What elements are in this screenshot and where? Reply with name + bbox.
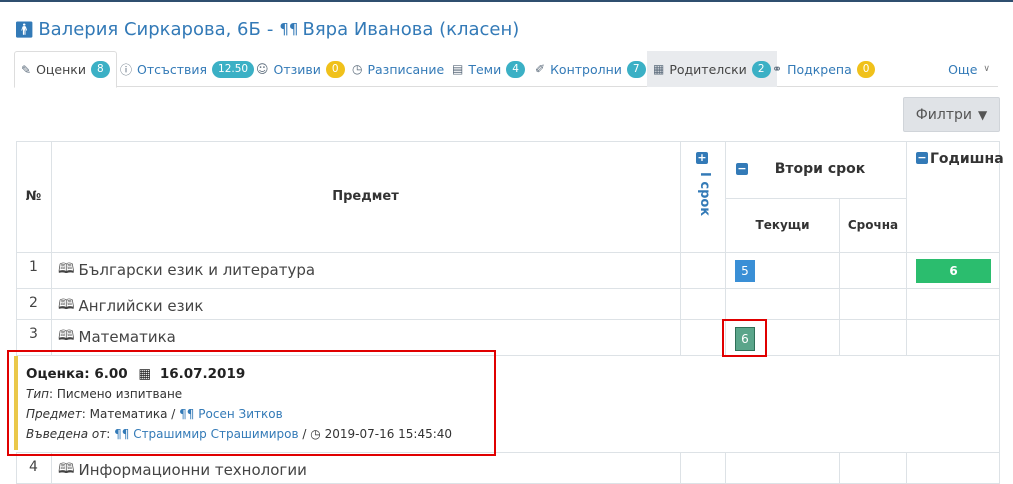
top-border [0,0,1013,2]
subject-label: Математика [78,328,176,346]
filter-button[interactable]: Филтри ▼ [903,97,1000,132]
subject-name: 🕮︎ Математика [58,325,176,349]
tab-count-badge: 0 [325,60,345,78]
grid-line [680,141,681,355]
filter-label: Филтри [915,106,972,123]
highlight-box [7,350,496,456]
grid-line [680,452,681,484]
tab-label: Оценки [36,62,86,77]
tab-label: Разписание [367,61,445,77]
tab-count-badge: 0 [856,60,876,78]
highlight-box [722,319,767,357]
glasses-icon: ¶¶ [279,20,299,38]
grid-line [16,288,1000,289]
filter-icon: ▼ [978,107,988,122]
handshake-icon: ⚭ [772,62,783,76]
more-dropdown[interactable]: Още ∨ [948,51,990,87]
info-circle-icon: ⓘ [120,62,133,77]
book-icon: 🕮︎ [58,297,75,313]
page-title: 🚹︎ Валерия Сиркарова, 6Б - ¶¶ Вяра Ивано… [14,16,519,42]
users-icon: ☺ [256,62,269,76]
grid-line [725,452,726,484]
col-header-term1[interactable]: I срок [690,172,714,222]
chevron-down-icon: ∨ [983,64,990,74]
row-number: 3 [29,326,38,342]
tab-parents[interactable]: ▦ Родителски 2 [647,51,777,87]
calendar-icon: ▦ [653,62,665,76]
grid-line [16,252,1000,253]
tab-tests[interactable]: ✐ Контролни 7 [535,51,646,87]
tab-label: Родителски [669,61,747,77]
tab-label: Подкрепа [787,61,852,77]
tab-schedule[interactable]: ◷ Разписание [352,51,444,87]
grid-line [906,452,907,484]
grid-line [16,319,1000,320]
tab-label: Отсъствия [137,61,208,77]
collapse-minus-icon[interactable]: − [916,152,928,164]
col-header-annual: Годишна [930,151,1004,167]
subject-name: 🕮︎ Български език и литература [58,258,315,282]
more-label: Още [948,61,978,77]
col-header-final: Срочна [847,218,899,232]
subject-label: Информационни технологии [78,461,307,479]
grid-line [906,141,907,355]
teacher-name[interactable]: Вяра Иванова (класен) [302,19,519,40]
col-header-term2: Втори срок [774,161,866,177]
book-icon: 🕮︎ [58,261,75,277]
tab-support[interactable]: ⚭ Подкрепа 0 [772,51,876,87]
subject-label: Английски език [78,297,204,315]
collapse-minus-icon[interactable]: − [736,163,748,175]
col-header-number: № [25,189,42,204]
tab-grades[interactable]: ✎ Оценки 8 [14,51,117,88]
edit-icon: ✐ [535,62,546,76]
tab-absences[interactable]: ⓘ Отсъствия 12.50 [120,51,255,87]
tab-count-badge: 12.50 [212,60,255,78]
subject-name: 🕮︎ Английски език [58,294,203,318]
title-separator: - [266,18,274,40]
grade-badge[interactable]: 5 [735,260,755,282]
student-name: Валерия Сиркарова, 6Б [38,18,261,40]
tab-count-badge: 8 [90,61,110,78]
book-icon: 🕮︎ [58,461,75,477]
book-icon: 🕮︎ [58,328,75,344]
grid-line [51,452,52,484]
subject-name: 🕮︎ Информационни технологии [58,458,307,482]
expand-plus-icon[interactable]: + [696,152,708,164]
clock-icon: ◷ [352,62,363,76]
grid-line [839,452,840,484]
grid-line [999,141,1000,484]
term1-label: I срок [697,172,712,217]
tab-count-badge: 4 [506,60,525,78]
tab-bar: ✎ Оценки 8 ⓘ Отсъствия 12.50 ☺ Отзиви 0 … [14,51,998,88]
col-header-current: Текущи [755,218,810,232]
subject-label: Български език и литература [78,261,316,279]
tab-count-badge: 7 [626,60,646,78]
pencil-icon: ✎ [21,62,32,77]
list-icon: ▤ [452,62,464,76]
tab-label: Отзиви [273,61,321,77]
tab-label: Теми [468,61,502,77]
tab-count-badge: 2 [751,60,771,78]
row-number: 1 [29,259,38,275]
tab-label: Контролни [550,61,622,77]
row-number: 4 [29,459,38,475]
tab-topics[interactable]: ▤ Теми 4 [452,51,525,87]
person-icon: 🚹︎ [14,19,35,39]
row-number: 2 [29,295,38,311]
tab-feedback[interactable]: ☺ Отзиви 0 [256,51,345,87]
col-header-subject: Предмет [332,189,399,204]
annual-grade-badge[interactable]: 6 [916,259,991,283]
